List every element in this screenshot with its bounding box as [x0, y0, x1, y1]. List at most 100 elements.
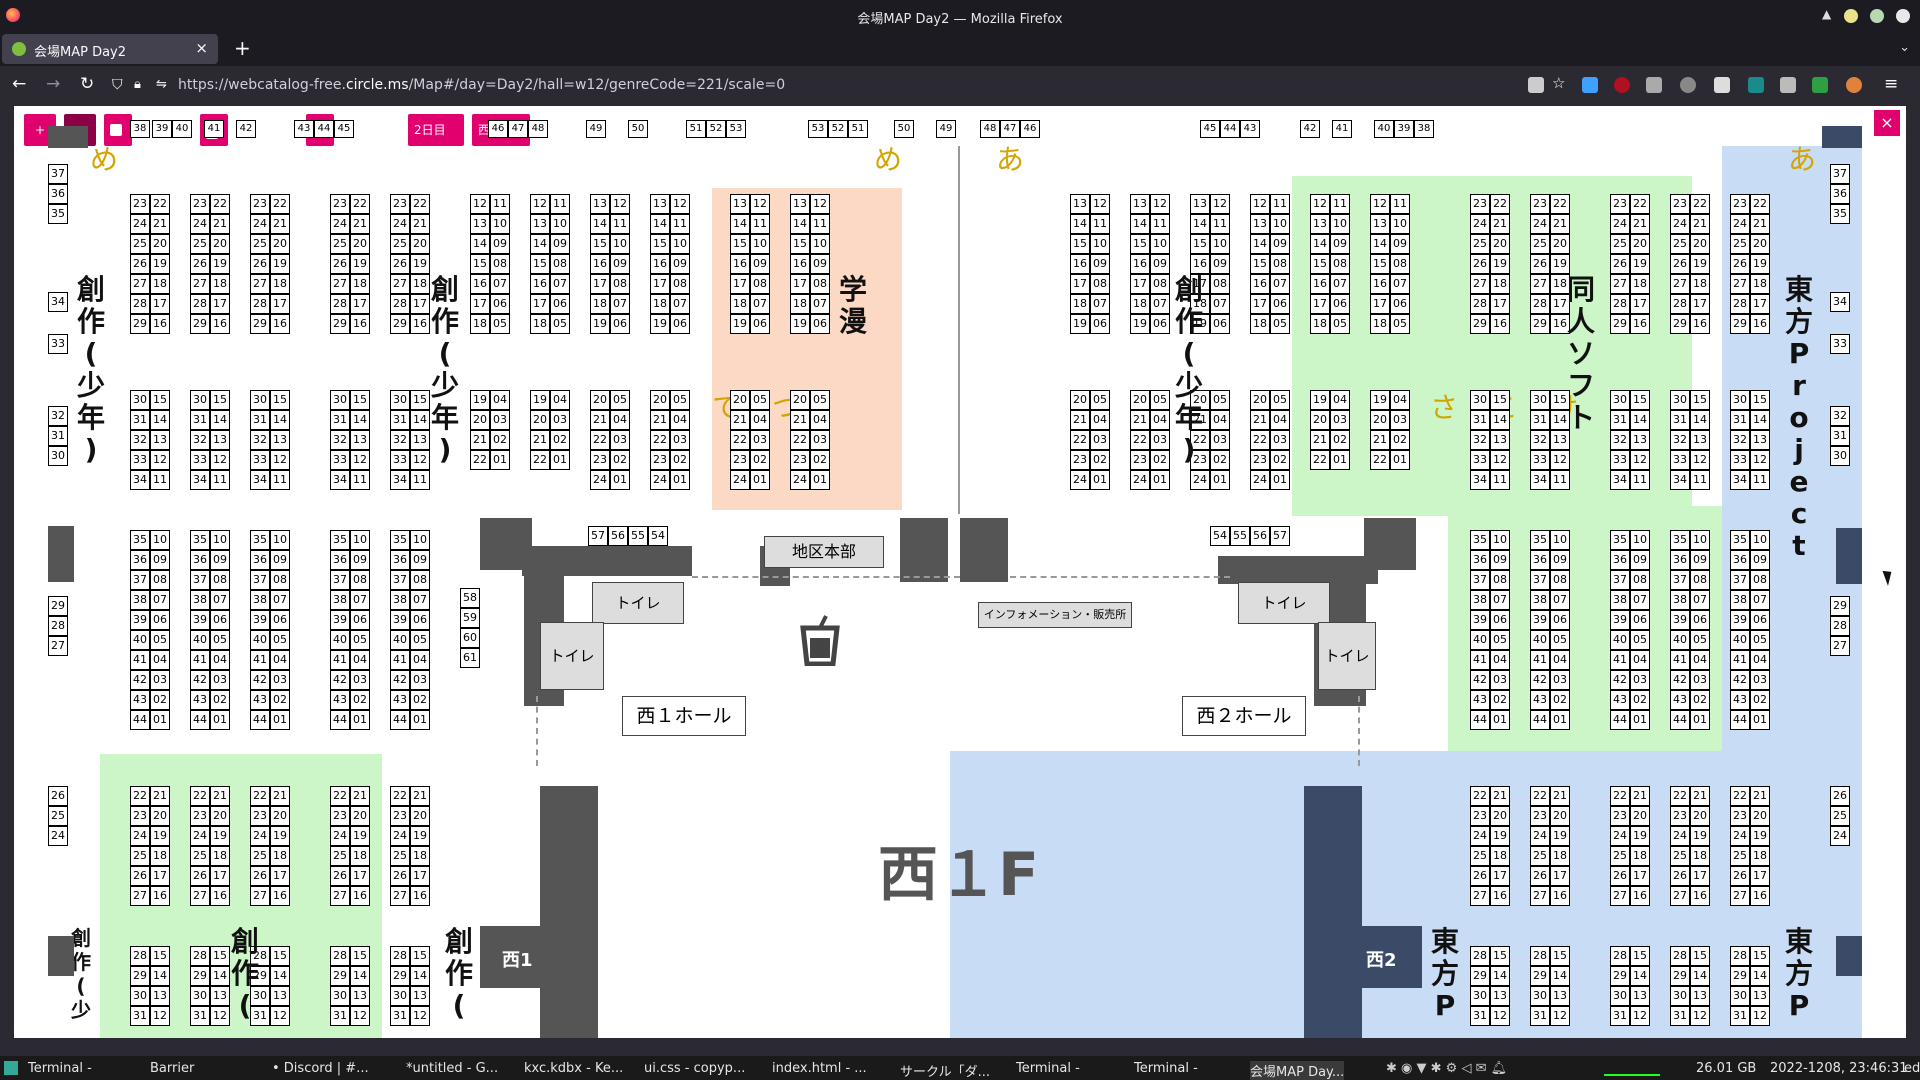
- booth-cell[interactable]: 23: [1130, 450, 1150, 470]
- booth-cell[interactable]: 10: [270, 530, 290, 550]
- booth-cell[interactable]: 12: [210, 1006, 230, 1026]
- booth-cell[interactable]: 25: [130, 234, 150, 254]
- booth-cell[interactable]: 14: [1190, 214, 1210, 234]
- booth-cell[interactable]: 14: [1490, 410, 1510, 430]
- top-number-cell[interactable]: 41: [204, 120, 224, 138]
- booth-cell[interactable]: 23: [1250, 450, 1270, 470]
- booth-cell[interactable]: 05: [810, 390, 830, 410]
- booth-cell[interactable]: 29: [1530, 966, 1550, 986]
- booth-cell[interactable]: 44: [1730, 710, 1750, 730]
- booth-cell[interactable]: 19: [470, 390, 490, 410]
- booth-cell[interactable]: 30: [130, 986, 150, 1006]
- booth-cell[interactable]: 19: [1130, 314, 1150, 334]
- booth-cell[interactable]: 19: [790, 314, 810, 334]
- booth-cell[interactable]: 43: [330, 690, 350, 710]
- booth-cell[interactable]: 13: [150, 986, 170, 1006]
- booth-cell[interactable]: 17: [410, 294, 430, 314]
- booth-cell[interactable]: 02: [350, 690, 370, 710]
- booth-cell[interactable]: 09: [490, 234, 510, 254]
- booth-cell[interactable]: 23: [1470, 194, 1490, 214]
- booth-cell[interactable]: 01: [350, 710, 370, 730]
- booth-cell[interactable]: 14: [1750, 410, 1770, 430]
- booth-cell[interactable]: 30: [1610, 986, 1630, 1006]
- booth-cell[interactable]: 40: [1730, 630, 1750, 650]
- booth-cell[interactable]: 29: [390, 966, 410, 986]
- booth-cell[interactable]: 12: [270, 450, 290, 470]
- edge-number-cell[interactable]: 34: [48, 292, 68, 312]
- booth-cell[interactable]: 28: [1610, 946, 1630, 966]
- booth-cell[interactable]: 04: [1750, 650, 1770, 670]
- booth-cell[interactable]: 25: [190, 846, 210, 866]
- booth-cell[interactable]: 22: [390, 786, 410, 806]
- booth-cell[interactable]: 03: [810, 430, 830, 450]
- booth-cell[interactable]: 03: [1150, 430, 1170, 450]
- booth-cell[interactable]: 40: [1670, 630, 1690, 650]
- booth-cell[interactable]: 22: [350, 194, 370, 214]
- booth-cell[interactable]: 37: [1730, 570, 1750, 590]
- booth-cell[interactable]: 36: [1470, 550, 1490, 570]
- booth-cell[interactable]: 10: [610, 234, 630, 254]
- booth-cell[interactable]: 02: [1150, 450, 1170, 470]
- booth-cell[interactable]: 44: [130, 710, 150, 730]
- booth-cell[interactable]: 02: [610, 450, 630, 470]
- booth-cell[interactable]: 18: [470, 314, 490, 334]
- booth-cell[interactable]: 28: [1670, 946, 1690, 966]
- tab-kaijo-map[interactable]: 会場MAP Day2 ×: [2, 34, 218, 64]
- booth-cell[interactable]: 26: [1670, 866, 1690, 886]
- booth-cell[interactable]: 24: [130, 826, 150, 846]
- booth-cell[interactable]: 24: [250, 214, 270, 234]
- booth-cell[interactable]: 44: [1670, 710, 1690, 730]
- booth-cell[interactable]: 30: [1530, 390, 1550, 410]
- top-number-cell[interactable]: 43: [1240, 120, 1260, 138]
- booth-cell[interactable]: 41: [1670, 650, 1690, 670]
- booth-cell[interactable]: 21: [1490, 214, 1510, 234]
- booth-cell[interactable]: 38: [250, 590, 270, 610]
- booth-cell[interactable]: 36: [1670, 550, 1690, 570]
- booth-cell[interactable]: 08: [750, 274, 770, 294]
- booth-cell[interactable]: 04: [1490, 650, 1510, 670]
- booth-cell[interactable]: 19: [270, 254, 290, 274]
- booth-cell[interactable]: 41: [1470, 650, 1490, 670]
- booth-cell[interactable]: 29: [190, 314, 210, 334]
- booth-cell[interactable]: 10: [210, 530, 230, 550]
- booth-cell[interactable]: 42: [390, 670, 410, 690]
- booth-cell[interactable]: 25: [330, 234, 350, 254]
- power-icon[interactable]: [1680, 77, 1696, 93]
- booth-cell[interactable]: 16: [410, 886, 430, 906]
- booth-cell[interactable]: 21: [790, 410, 810, 430]
- booth-cell[interactable]: 01: [1270, 470, 1290, 490]
- booth-cell[interactable]: 13: [1190, 194, 1210, 214]
- booth-cell[interactable]: 05: [270, 630, 290, 650]
- booth-cell[interactable]: 18: [1750, 846, 1770, 866]
- booth-cell[interactable]: 21: [470, 430, 490, 450]
- booth-cell[interactable]: 31: [130, 410, 150, 430]
- booth-cell[interactable]: 27: [330, 886, 350, 906]
- booth-cell[interactable]: 10: [1150, 234, 1170, 254]
- booth-cell[interactable]: 28: [190, 946, 210, 966]
- booth-cell[interactable]: 20: [790, 390, 810, 410]
- booth-cell[interactable]: 18: [730, 294, 750, 314]
- booth-cell[interactable]: 16: [1750, 314, 1770, 334]
- booth-cell[interactable]: 15: [1690, 946, 1710, 966]
- taskbar-item[interactable]: ui.css - copyp...: [644, 1061, 745, 1076]
- booth-cell[interactable]: 04: [810, 410, 830, 430]
- booth-cell[interactable]: 05: [1330, 314, 1350, 334]
- booth-cell[interactable]: 14: [150, 410, 170, 430]
- booth-cell[interactable]: 14: [1630, 410, 1650, 430]
- booth-cell[interactable]: 17: [1750, 866, 1770, 886]
- booth-cell[interactable]: 16: [1130, 254, 1150, 274]
- booth-cell[interactable]: 07: [410, 590, 430, 610]
- booth-cell[interactable]: 19: [1750, 826, 1770, 846]
- booth-cell[interactable]: 36: [250, 550, 270, 570]
- booth-cell[interactable]: 15: [1370, 254, 1390, 274]
- booth-cell[interactable]: 03: [1090, 430, 1110, 450]
- mid-number-cell[interactable]: 54: [1210, 526, 1230, 546]
- booth-cell[interactable]: 29: [1610, 314, 1630, 334]
- booth-cell[interactable]: 43: [390, 690, 410, 710]
- booth-cell[interactable]: 33: [1730, 450, 1750, 470]
- booth-cell[interactable]: 27: [1610, 886, 1630, 906]
- booth-cell[interactable]: 04: [1630, 650, 1650, 670]
- booth-cell[interactable]: 20: [730, 390, 750, 410]
- booth-cell[interactable]: 29: [1670, 966, 1690, 986]
- booth-cell[interactable]: 28: [1530, 946, 1550, 966]
